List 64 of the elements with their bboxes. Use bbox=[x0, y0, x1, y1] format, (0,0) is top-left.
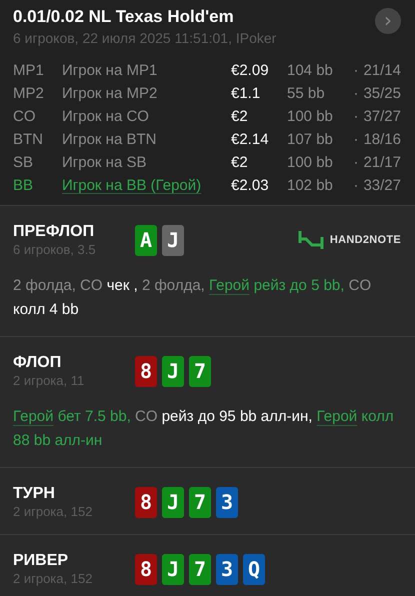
playing-card: J bbox=[162, 356, 184, 386]
playing-card: J bbox=[162, 554, 184, 584]
stack-amount: €2.09 bbox=[231, 61, 270, 81]
player-stats: 21/14 bbox=[362, 61, 401, 81]
player-stats: 18/16 bbox=[362, 130, 401, 150]
player-name: Игрок на MP2 bbox=[62, 84, 158, 104]
stack-amount: €2.03 bbox=[231, 176, 270, 196]
street-title: ПРЕФЛОП bbox=[13, 222, 96, 242]
player-name[interactable]: Игрок на BB (Герой) bbox=[62, 174, 231, 197]
separator-dot: · bbox=[352, 130, 360, 150]
separator-dot: · bbox=[352, 84, 360, 104]
hero-link[interactable]: Герой bbox=[13, 408, 54, 425]
logo-icon bbox=[298, 229, 324, 251]
playing-card: J bbox=[162, 486, 184, 518]
playing-card: 7 bbox=[189, 356, 211, 386]
street-title: ФЛОП bbox=[13, 353, 62, 373]
player-name: Игрок на MP1 bbox=[62, 61, 158, 81]
stack-bb: 104 bb bbox=[287, 61, 334, 81]
player-name: Игрок на CO bbox=[62, 107, 150, 127]
playing-card: 8 bbox=[135, 554, 157, 584]
stack-amount: €1.1 bbox=[231, 84, 262, 104]
stack-bb: 107 bb bbox=[287, 130, 334, 150]
playing-card: 3 bbox=[216, 554, 238, 584]
player-stats: 35/25 bbox=[362, 84, 401, 104]
action-summary: Герой бет 7.5 bb, CO рейз до 95 bb алл-ин, Герой колл 88 bb алл-ин bbox=[13, 407, 395, 451]
seat-position: BB bbox=[13, 176, 34, 196]
player-name: Игрок на SB bbox=[62, 153, 148, 173]
stack-amount: €2 bbox=[231, 107, 249, 127]
stack-bb: 102 bb bbox=[287, 176, 334, 196]
player-stats: 33/27 bbox=[362, 176, 401, 196]
seat-position: MP1 bbox=[13, 61, 45, 81]
stack-amount: €2 bbox=[231, 153, 249, 173]
separator-dot: · bbox=[352, 176, 360, 196]
separator-dot: · bbox=[352, 107, 360, 127]
next-button[interactable]: › bbox=[375, 8, 401, 34]
hand-subtitle: 6 игроков, 22 июля 2025 11:51:01, IPoker bbox=[13, 29, 276, 48]
hero-link[interactable]: Герой bbox=[209, 277, 250, 294]
playing-card: A bbox=[135, 224, 157, 256]
separator-dot: · bbox=[352, 61, 360, 81]
hero-link[interactable]: Герой bbox=[316, 408, 358, 425]
playing-card: 8 bbox=[135, 486, 157, 518]
player-name: Игрок на BTN bbox=[62, 130, 158, 150]
seat-position: BTN bbox=[13, 130, 44, 150]
playing-card: 3 bbox=[216, 486, 238, 518]
stack-bb: 100 bb bbox=[287, 107, 334, 127]
logo-text: HAND2NOTE bbox=[330, 234, 401, 246]
street-title: ТУРН bbox=[13, 484, 56, 504]
seat-position: CO bbox=[13, 107, 36, 127]
seat-position: MP2 bbox=[13, 84, 45, 104]
seat-position: SB bbox=[13, 153, 34, 173]
playing-card: 8 bbox=[135, 356, 157, 386]
hand-title: 0.01/0.02 NL Texas Hold'em bbox=[13, 6, 235, 28]
stack-bb: 100 bb bbox=[287, 153, 334, 173]
player-stats: 37/27 bbox=[362, 107, 401, 127]
street-title: РИВЕР bbox=[13, 551, 70, 571]
playing-card: J bbox=[162, 224, 184, 256]
stack-bb: 55 bb bbox=[287, 84, 326, 104]
playing-card: 7 bbox=[189, 554, 211, 584]
playing-card: Q bbox=[243, 554, 265, 584]
player-stats: 21/17 bbox=[362, 153, 401, 173]
separator-dot: · bbox=[352, 153, 360, 173]
playing-card: 7 bbox=[189, 486, 211, 518]
action-summary: 2 фолда, CO чек , 2 фолда, Герой рейз до 5 bb, CO колл 4 bb bbox=[13, 276, 372, 320]
stack-amount: €2.14 bbox=[231, 130, 270, 150]
